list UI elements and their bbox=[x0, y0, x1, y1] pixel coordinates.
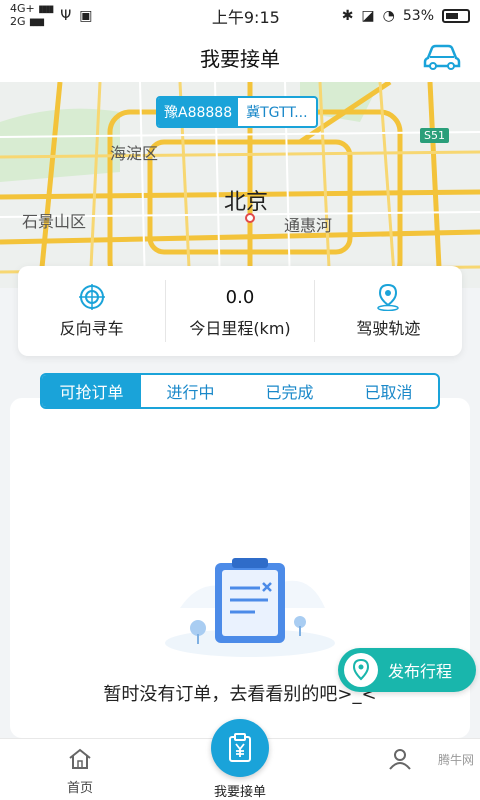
car-button[interactable] bbox=[422, 38, 462, 74]
map-view[interactable]: 豫A88888 冀TGTT... 海淀区 石景山区 通惠河 北京 S51 bbox=[0, 82, 480, 288]
map-label-tonghuihe: 通惠河 bbox=[284, 216, 333, 235]
bottom-nav: 首页 我要接单 腾牛网 bbox=[0, 719, 480, 800]
battery-percent: 53% bbox=[402, 8, 434, 24]
publish-pin-icon bbox=[344, 653, 378, 687]
plate-primary[interactable]: 豫A88888 bbox=[158, 98, 239, 126]
nav-take-order-label: 我要接单 bbox=[213, 785, 266, 800]
usb-icon: Ψ bbox=[60, 8, 72, 24]
signal-icon: ▮▮▮▮ bbox=[38, 4, 54, 15]
nav-take-order[interactable] bbox=[211, 719, 269, 777]
empty-clipboard-illustration bbox=[165, 558, 335, 657]
map-district-haidian: 海淀区 bbox=[110, 144, 159, 163]
mileage-label: 今日里程(km) bbox=[189, 319, 291, 338]
status-time: 上午9:15 bbox=[211, 8, 280, 27]
wifi-icon: ◔ bbox=[382, 8, 395, 24]
driving-track-label: 驾驶轨迹 bbox=[356, 319, 421, 338]
vehicle-plates[interactable]: 豫A88888 冀TGTT... bbox=[156, 96, 318, 128]
title-bar: 我要接单 bbox=[0, 32, 480, 82]
target-icon bbox=[78, 284, 105, 310]
tab-available[interactable]: 可抢订单 bbox=[42, 375, 141, 407]
profile-icon bbox=[389, 749, 411, 770]
watermark: 腾牛网 bbox=[437, 753, 474, 767]
page-title: 我要接单 bbox=[200, 46, 280, 71]
publish-trip-button[interactable]: 发布行程 bbox=[338, 648, 476, 692]
network-bottom: 2G bbox=[10, 15, 26, 28]
reverse-find-button[interactable]: 反向寻车 bbox=[18, 280, 165, 342]
car-icon bbox=[423, 44, 461, 70]
nav-home-label: 首页 bbox=[66, 781, 93, 796]
stats-card: 反向寻车 0.0 今日里程(km) 驾驶轨迹 bbox=[18, 266, 462, 356]
nav-home[interactable]: 首页 bbox=[32, 747, 128, 796]
plate-secondary[interactable]: 冀TGTT... bbox=[238, 98, 315, 126]
mileage-stat: 0.0 今日里程(km) bbox=[165, 280, 313, 342]
home-icon bbox=[69, 748, 91, 769]
order-yen-icon bbox=[229, 733, 251, 762]
mileage-value: 0.0 bbox=[225, 286, 255, 308]
status-right: ✱ ◪ ◔ 53% bbox=[342, 8, 470, 24]
tab-cancelled[interactable]: 已取消 bbox=[339, 375, 438, 407]
network-top: 4G+ bbox=[10, 2, 35, 15]
map-city-label: 北京 bbox=[224, 190, 269, 215]
order-tabs: 可抢订单 进行中 已完成 已取消 bbox=[40, 373, 440, 409]
map-district-shijingshan: 石景山区 bbox=[22, 212, 87, 231]
reverse-find-label: 反向寻车 bbox=[59, 319, 124, 338]
road-badge: S51 bbox=[420, 128, 449, 143]
location-pin-icon bbox=[377, 283, 400, 311]
notification-icon: ▣ bbox=[79, 8, 93, 24]
bluetooth-icon: ✱ bbox=[341, 8, 354, 24]
mute-icon: ◪ bbox=[361, 8, 375, 24]
tab-completed[interactable]: 已完成 bbox=[240, 375, 339, 407]
publish-trip-label: 发布行程 bbox=[388, 662, 453, 681]
nav-profile[interactable] bbox=[352, 747, 448, 771]
tab-in-progress[interactable]: 进行中 bbox=[141, 375, 240, 407]
network-indicator: 4G+ ▮▮▮▮ 2G ▮▮▮▮ bbox=[10, 2, 54, 29]
battery-icon bbox=[442, 9, 470, 23]
status-bar: 4G+ ▮▮▮▮ 2G ▮▮▮▮ Ψ ▣ 上午9:15 ✱ ◪ ◔ 53% bbox=[0, 0, 480, 32]
driving-track-button[interactable]: 驾驶轨迹 bbox=[313, 280, 462, 342]
signal-icon-2: ▮▮▮▮ bbox=[29, 17, 45, 28]
